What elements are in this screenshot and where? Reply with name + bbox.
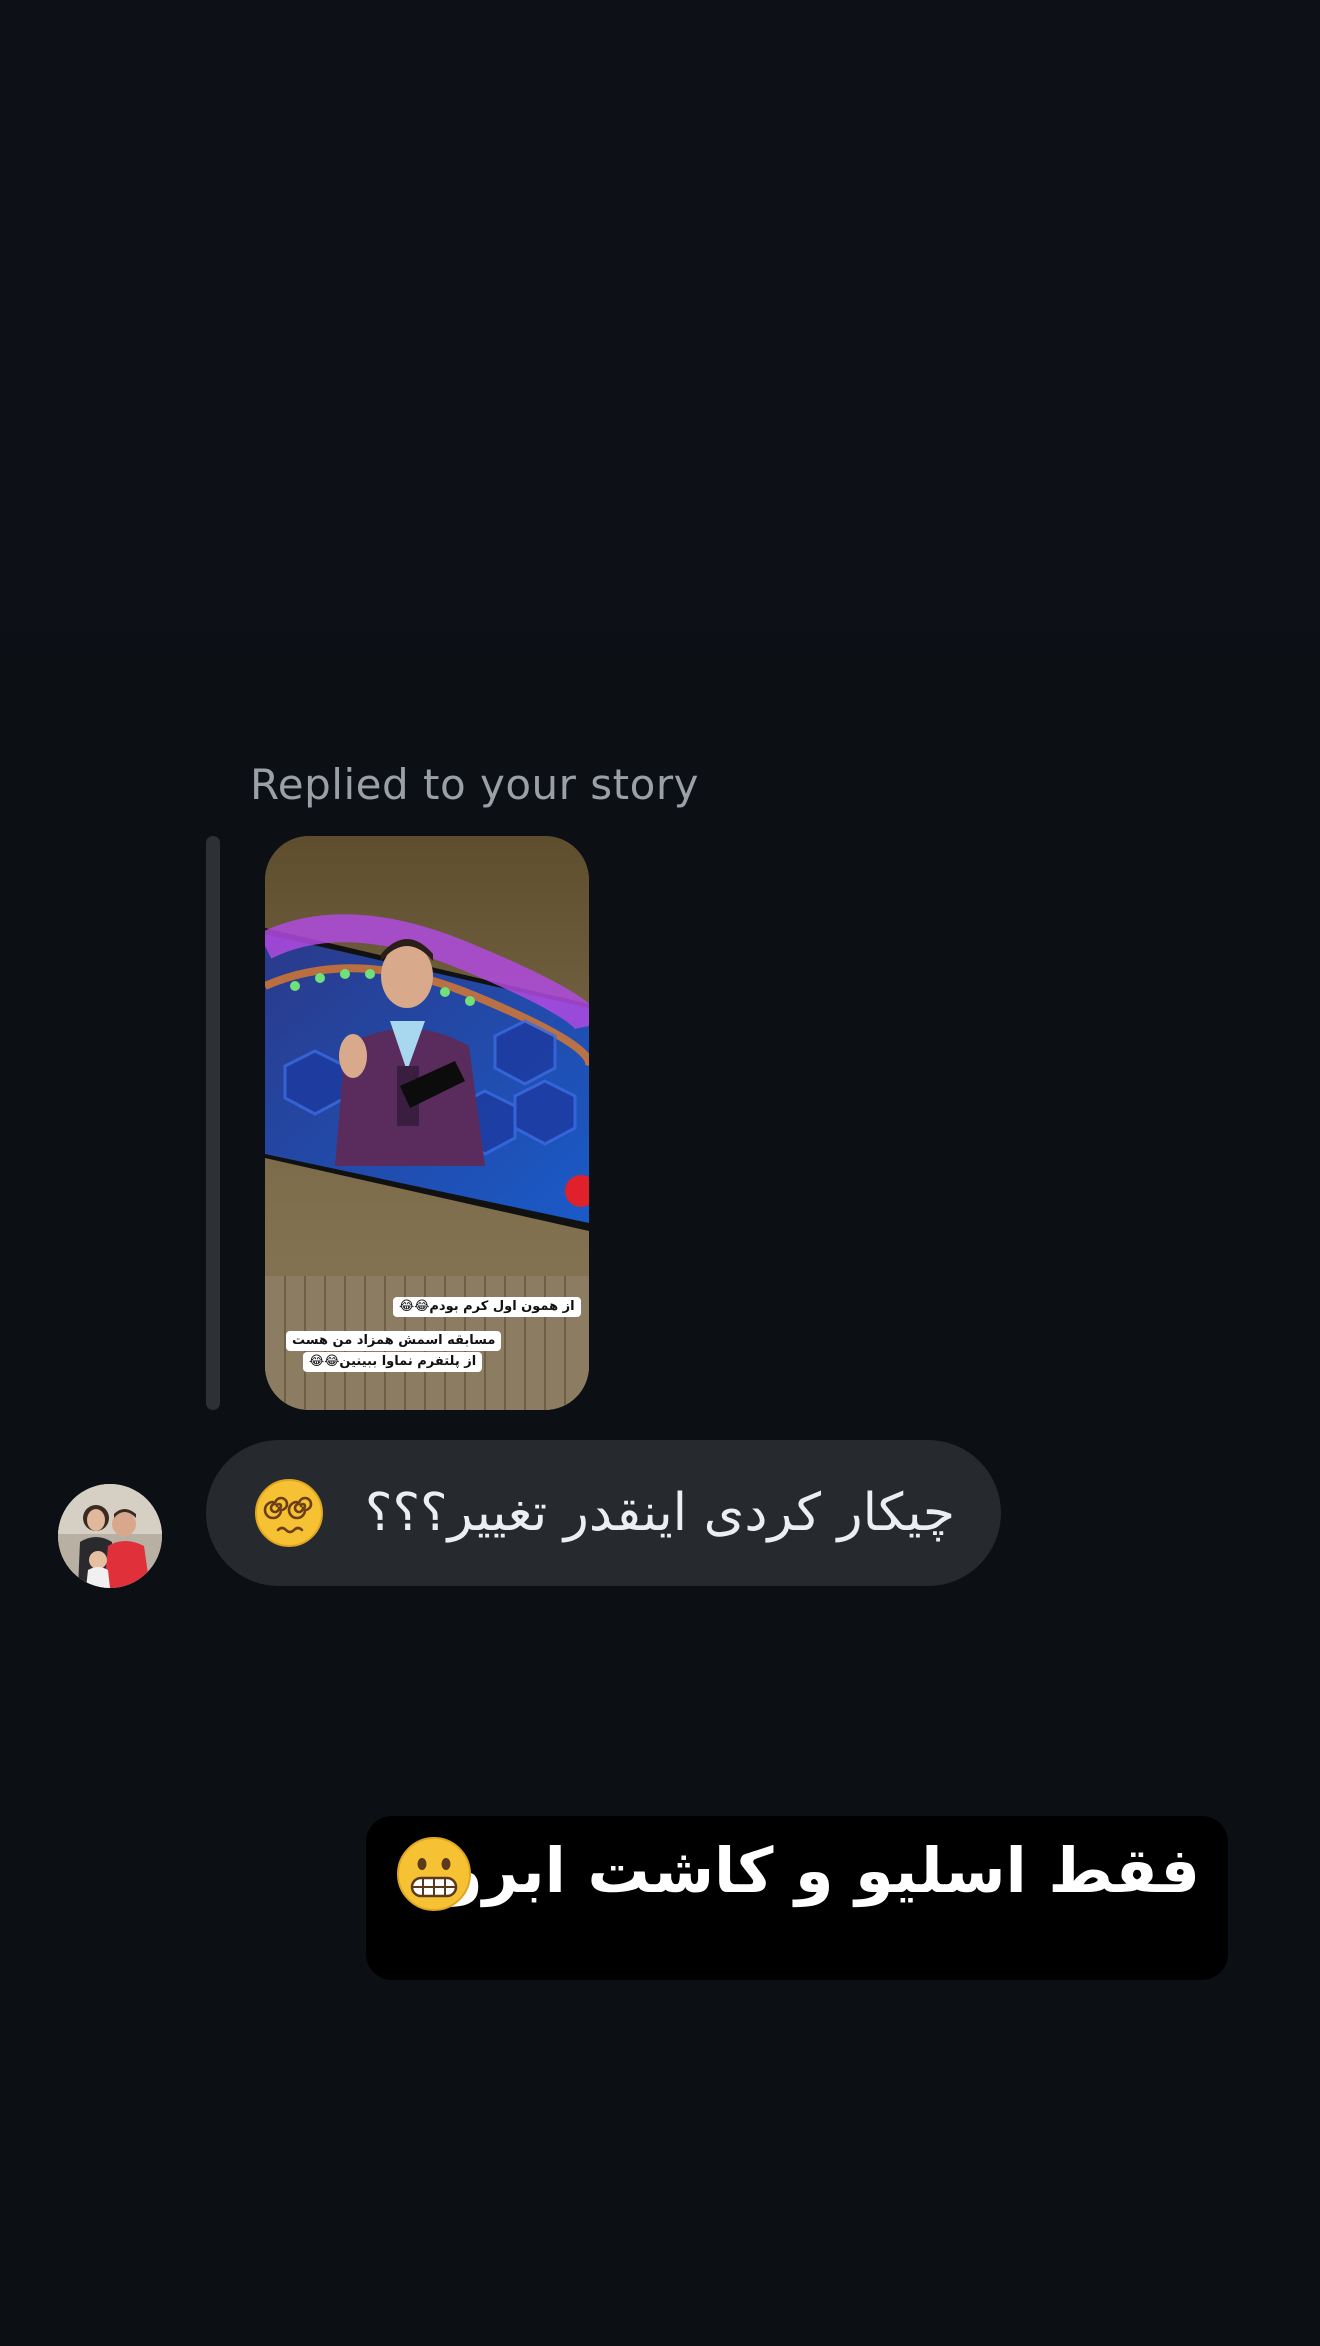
background-area [0, 0, 1320, 700]
story-image [265, 836, 589, 1410]
grimacing-face-icon [397, 1837, 471, 1911]
story-sticker-text-3: از پلتفرم نماوا ببینین😂😂 [303, 1352, 483, 1372]
sender-avatar[interactable] [58, 1484, 162, 1588]
incoming-message-text: چیکار کردی اینقدر تغییر؟؟؟ [364, 1483, 955, 1543]
story-thumbnail[interactable]: از همون اول کرم بودم😂😂 مسابقه اسمش همزاد… [265, 836, 589, 1410]
story-sticker-text-2: مسابقه اسمش همزاد من هست [286, 1331, 502, 1351]
outgoing-message-text: فقط اسلیو و کاشت ابرو [444, 1834, 1200, 1907]
reply-caption: Replied to your story [250, 760, 699, 809]
outgoing-message-bubble[interactable]: فقط اسلیو و کاشت ابرو [366, 1816, 1228, 1980]
story-sticker-text-1: از همون اول کرم بودم😂😂 [393, 1297, 581, 1317]
avatar-photo [58, 1484, 162, 1588]
chat-screen: Replied to your story از همون اول کرم بو… [0, 0, 1320, 2346]
reply-indicator-bar [206, 836, 220, 1410]
face-with-spiral-eyes-icon [255, 1479, 323, 1547]
incoming-message-bubble[interactable]: چیکار کردی اینقدر تغییر؟؟؟ [206, 1440, 1001, 1586]
